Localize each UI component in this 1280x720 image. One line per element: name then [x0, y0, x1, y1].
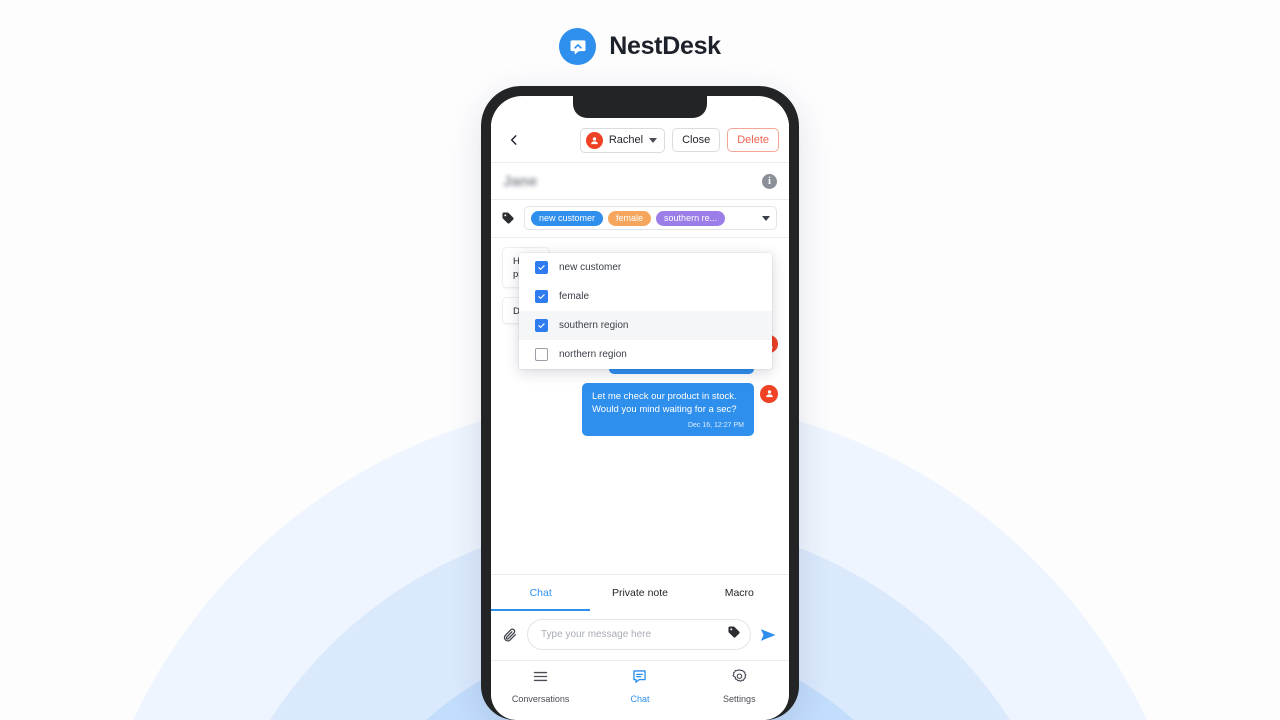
nav-item-settings[interactable]: Settings: [690, 668, 789, 704]
tag-pill[interactable]: new customer: [531, 210, 604, 226]
agent-avatar-icon: [760, 384, 778, 403]
tag-icon[interactable]: [727, 625, 741, 644]
phone-mockup: Rachel Close Delete Jane i new customer: [481, 86, 799, 720]
tag-option-label: new customer: [559, 262, 622, 273]
chevron-down-icon: [649, 137, 658, 143]
customer-header: Jane i: [491, 163, 789, 200]
tag-options-dropdown[interactable]: new customer female southern region nort…: [519, 253, 772, 369]
outgoing-message-bubble: Let me check our product in stock. Would…: [582, 382, 754, 436]
nav-label: Settings: [723, 694, 756, 704]
message-text: Let me check our product in stock. Would…: [592, 390, 737, 415]
back-button[interactable]: [501, 127, 527, 153]
user-avatar-icon: [585, 131, 603, 149]
brand-name: NestDesk: [609, 32, 721, 60]
chevron-left-icon: [510, 135, 517, 145]
delete-conversation-button[interactable]: Delete: [727, 128, 779, 152]
hamburger-menu-icon: [532, 668, 549, 690]
checkbox-checked-icon[interactable]: [535, 261, 548, 274]
tab-macro[interactable]: Macro: [690, 575, 789, 611]
tab-private-note[interactable]: Private note: [590, 575, 689, 611]
nestdesk-logo-icon: [559, 28, 597, 65]
assigned-agent-selector[interactable]: Rachel: [579, 127, 666, 153]
bottom-navigation: Conversations Chat Settings: [491, 660, 789, 720]
tag-option-label: female: [559, 291, 590, 302]
checkbox-checked-icon[interactable]: [535, 290, 548, 303]
info-icon[interactable]: i: [762, 173, 777, 189]
tab-chat[interactable]: Chat: [491, 575, 591, 611]
message-composer: [491, 611, 789, 660]
tag-icon: [501, 211, 516, 225]
agent-name: Rachel: [608, 134, 644, 146]
nav-item-conversations[interactable]: Conversations: [491, 668, 590, 704]
tag-option-female[interactable]: female: [519, 282, 772, 311]
send-icon[interactable]: [759, 626, 778, 644]
phone-notch: [573, 96, 707, 118]
tag-option-label: southern region: [559, 320, 629, 331]
tag-select-input[interactable]: new customer female southern re...: [524, 206, 777, 230]
toolbar-actions: Rachel Close Delete: [579, 127, 779, 153]
composer-tabs: Chat Private note Macro: [491, 574, 789, 611]
close-conversation-button[interactable]: Close: [672, 128, 721, 152]
tag-option-new-customer[interactable]: new customer: [519, 253, 772, 282]
message-input[interactable]: [541, 629, 727, 640]
message-row: Let me check our product in stock. Would…: [502, 382, 778, 436]
chevron-down-icon[interactable]: [762, 215, 770, 221]
tag-option-northern-region[interactable]: northern region: [519, 340, 772, 369]
message-input-wrapper[interactable]: [527, 619, 751, 650]
checkbox-unchecked-icon[interactable]: [535, 348, 548, 361]
tag-pill[interactable]: southern re...: [656, 210, 726, 226]
chat-bubble-icon: [631, 668, 648, 690]
checkbox-checked-icon[interactable]: [535, 319, 548, 332]
brand-header: NestDesk: [0, 28, 1280, 65]
tag-pill[interactable]: female: [608, 210, 652, 226]
nav-label: Conversations: [511, 694, 570, 704]
tag-option-southern-region[interactable]: southern region: [519, 311, 772, 340]
gear-icon: [731, 668, 748, 690]
nav-label: Chat: [630, 694, 650, 704]
tags-row: new customer female southern re...: [491, 200, 789, 238]
nav-item-chat[interactable]: Chat: [590, 668, 689, 704]
paperclip-icon[interactable]: [502, 627, 519, 643]
tag-option-label: northern region: [559, 349, 627, 360]
message-timestamp: Dec 16, 12:27 PM: [687, 422, 744, 430]
phone-screen: Rachel Close Delete Jane i new customer: [491, 96, 789, 720]
customer-name: Jane: [503, 172, 538, 190]
conversation-toolbar: Rachel Close Delete: [491, 118, 789, 163]
